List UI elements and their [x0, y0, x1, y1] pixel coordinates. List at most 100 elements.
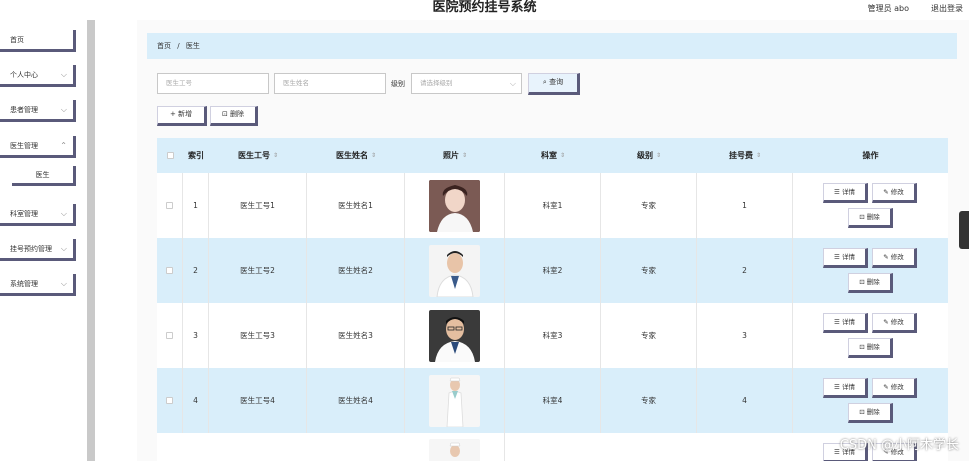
breadcrumb: 首页 / 医生	[147, 33, 957, 59]
select-all-checkbox[interactable]	[166, 152, 174, 159]
cell-photo	[405, 433, 505, 461]
breadcrumb-separator: /	[177, 42, 180, 50]
cell-doctor-name: 医生姓名1	[307, 173, 405, 238]
sidebar-item-patient-management[interactable]: 患者管理 ⌵	[0, 100, 76, 122]
doctor-photo	[429, 439, 480, 461]
column-header-label: 科室	[540, 151, 557, 160]
cell-photo	[405, 368, 505, 433]
row-checkbox[interactable]	[166, 397, 173, 404]
table-row: 2 医生工号2 医生姓名2 科室2 专家 2 ☰ 详情 ✎ 修改 ⊡ 删除	[157, 238, 948, 303]
breadcrumb-current: 医生	[185, 42, 200, 50]
sidebar-item-personal-center[interactable]: 个人中心 ⌵	[0, 65, 76, 87]
column-header-doctor-name[interactable]: 医生姓名 ⇕	[307, 138, 405, 173]
cell-index: 1	[183, 173, 209, 238]
sidebar-item-home[interactable]: 首页	[0, 30, 76, 52]
cell-doctor-id: 医生工号2	[209, 238, 307, 303]
breadcrumb-home[interactable]: 首页	[157, 42, 171, 50]
table-row: 1 医生工号1 医生姓名1 科室1 专家 1 ☰ 详情 ✎ 修改 ⊡ 删除	[157, 173, 948, 238]
chevron-down-icon: ⌵	[60, 70, 67, 79]
column-header-label: 医生工号	[237, 151, 270, 160]
sidebar-item-system-management[interactable]: 系统管理 ⌵	[0, 274, 76, 296]
cell-doctor-name: 医生姓名2	[307, 238, 405, 303]
column-header-label: 级别	[636, 151, 653, 160]
sidebar-item-label: 挂号预约管理	[10, 245, 52, 253]
chevron-down-icon: ⌵	[60, 279, 67, 288]
row-select-cell[interactable]	[157, 238, 183, 303]
cell-doctor-name: 医生姓名3	[307, 303, 405, 368]
level-label: 级别	[391, 80, 405, 88]
sidebar-subitem-doctor[interactable]: 医生	[12, 166, 76, 186]
row-delete-button[interactable]: ⊡ 删除	[848, 273, 893, 293]
column-header-index: 索引	[188, 151, 204, 160]
sidebar-item-label: 系统管理	[10, 280, 38, 288]
detail-button[interactable]: ☰ 详情	[823, 313, 868, 333]
row-checkbox[interactable]	[166, 202, 173, 209]
sort-icon[interactable]: ⇕	[462, 152, 467, 159]
column-header-doctor-id[interactable]: 医生工号 ⇕	[209, 138, 307, 173]
sidebar: 首页 个人中心 ⌵ 患者管理 ⌵ 医生管理 ⌃ 医生 科室管理 ⌵ 挂号预约管理…	[0, 20, 96, 461]
cell-doctor-name: 医生姓名4	[307, 368, 405, 433]
row-select-cell[interactable]	[157, 303, 183, 368]
chevron-down-icon: ⌵	[60, 244, 67, 253]
chevron-down-icon: ⌵	[60, 209, 67, 218]
detail-button[interactable]: ☰ 详情	[823, 183, 868, 203]
edit-button[interactable]: ✎ 修改	[872, 313, 917, 333]
cell-actions: ☰ 详情 ✎ 修改 ⊡ 删除	[793, 368, 948, 433]
sidebar-scrollbar[interactable]	[87, 20, 95, 461]
row-checkbox[interactable]	[166, 267, 173, 274]
column-header-label: 挂号费	[728, 151, 753, 160]
row-delete-button[interactable]: ⊡ 删除	[848, 403, 893, 423]
sidebar-item-department-management[interactable]: 科室管理 ⌵	[0, 204, 76, 226]
doctor-id-search-input[interactable]: 医生工号	[157, 73, 269, 94]
sort-icon[interactable]: ⇕	[560, 152, 565, 159]
doctor-name-search-input[interactable]: 医生姓名	[274, 73, 386, 94]
edit-button[interactable]: ✎ 修改	[872, 183, 917, 203]
sidebar-item-appointment-management[interactable]: 挂号预约管理 ⌵	[0, 239, 76, 261]
cell-photo	[405, 303, 505, 368]
column-header-department[interactable]: 科室 ⇕	[505, 138, 601, 173]
watermark: CSDN @小阿木学长	[839, 438, 959, 453]
doctor-photo	[429, 244, 480, 297]
chevron-down-icon: ⌵	[509, 79, 516, 88]
delete-button[interactable]: ⊡ 删除	[210, 106, 258, 126]
column-header-fee[interactable]: 挂号费 ⇕	[697, 138, 793, 173]
sidebar-item-label: 医生	[35, 171, 50, 179]
side-drawer-handle[interactable]	[959, 211, 969, 249]
column-header-label: 医生姓名	[335, 151, 368, 160]
add-button[interactable]: + 新增	[157, 106, 207, 126]
column-header-actions: 操作	[862, 151, 879, 160]
detail-button[interactable]: ☰ 详情	[823, 378, 868, 398]
sidebar-item-doctor-management[interactable]: 医生管理 ⌃	[0, 136, 76, 158]
row-checkbox[interactable]	[166, 332, 173, 339]
detail-button[interactable]: ☰ 详情	[823, 248, 868, 268]
cell-department: 科室3	[505, 303, 601, 368]
doctor-photo	[429, 374, 480, 427]
logout-link[interactable]: 退出登录	[931, 3, 963, 14]
edit-button[interactable]: ✎ 修改	[872, 378, 917, 398]
level-select[interactable]: 请选择级别 ⌵	[411, 73, 522, 94]
select-all-cell[interactable]	[157, 138, 183, 173]
sort-icon[interactable]: ⇕	[371, 152, 376, 159]
table-row: 3 医生工号3 医生姓名3 科室3 专家 3 ☰ 详情 ✎ 修改 ⊡ 删除	[157, 303, 948, 368]
edit-button[interactable]: ✎ 修改	[872, 248, 917, 268]
cell-fee: 3	[697, 303, 793, 368]
sidebar-item-label: 科室管理	[10, 210, 38, 218]
sort-icon[interactable]: ⇕	[756, 152, 761, 159]
row-delete-button[interactable]: ⊡ 删除	[848, 338, 893, 358]
row-select-cell[interactable]	[157, 368, 183, 433]
cell-doctor-id: 医生工号4	[209, 368, 307, 433]
cell-index: 3	[183, 303, 209, 368]
query-button[interactable]: ⌕ 查询	[528, 73, 580, 95]
cell-department: 科室4	[505, 368, 601, 433]
column-header-level[interactable]: 级别 ⇕	[601, 138, 697, 173]
sort-icon[interactable]: ⇕	[273, 152, 278, 159]
cell-index: 4	[183, 368, 209, 433]
column-header-photo[interactable]: 照片 ⇕	[405, 138, 505, 173]
cell-actions: ☰ 详情 ✎ 修改 ⊡ 删除	[793, 238, 948, 303]
cell-level: 专家	[601, 173, 697, 238]
sidebar-item-label: 医生管理	[10, 142, 38, 150]
cell-level: 专家	[601, 303, 697, 368]
row-select-cell[interactable]	[157, 173, 183, 238]
row-delete-button[interactable]: ⊡ 删除	[848, 208, 893, 228]
sort-icon[interactable]: ⇕	[656, 152, 661, 159]
